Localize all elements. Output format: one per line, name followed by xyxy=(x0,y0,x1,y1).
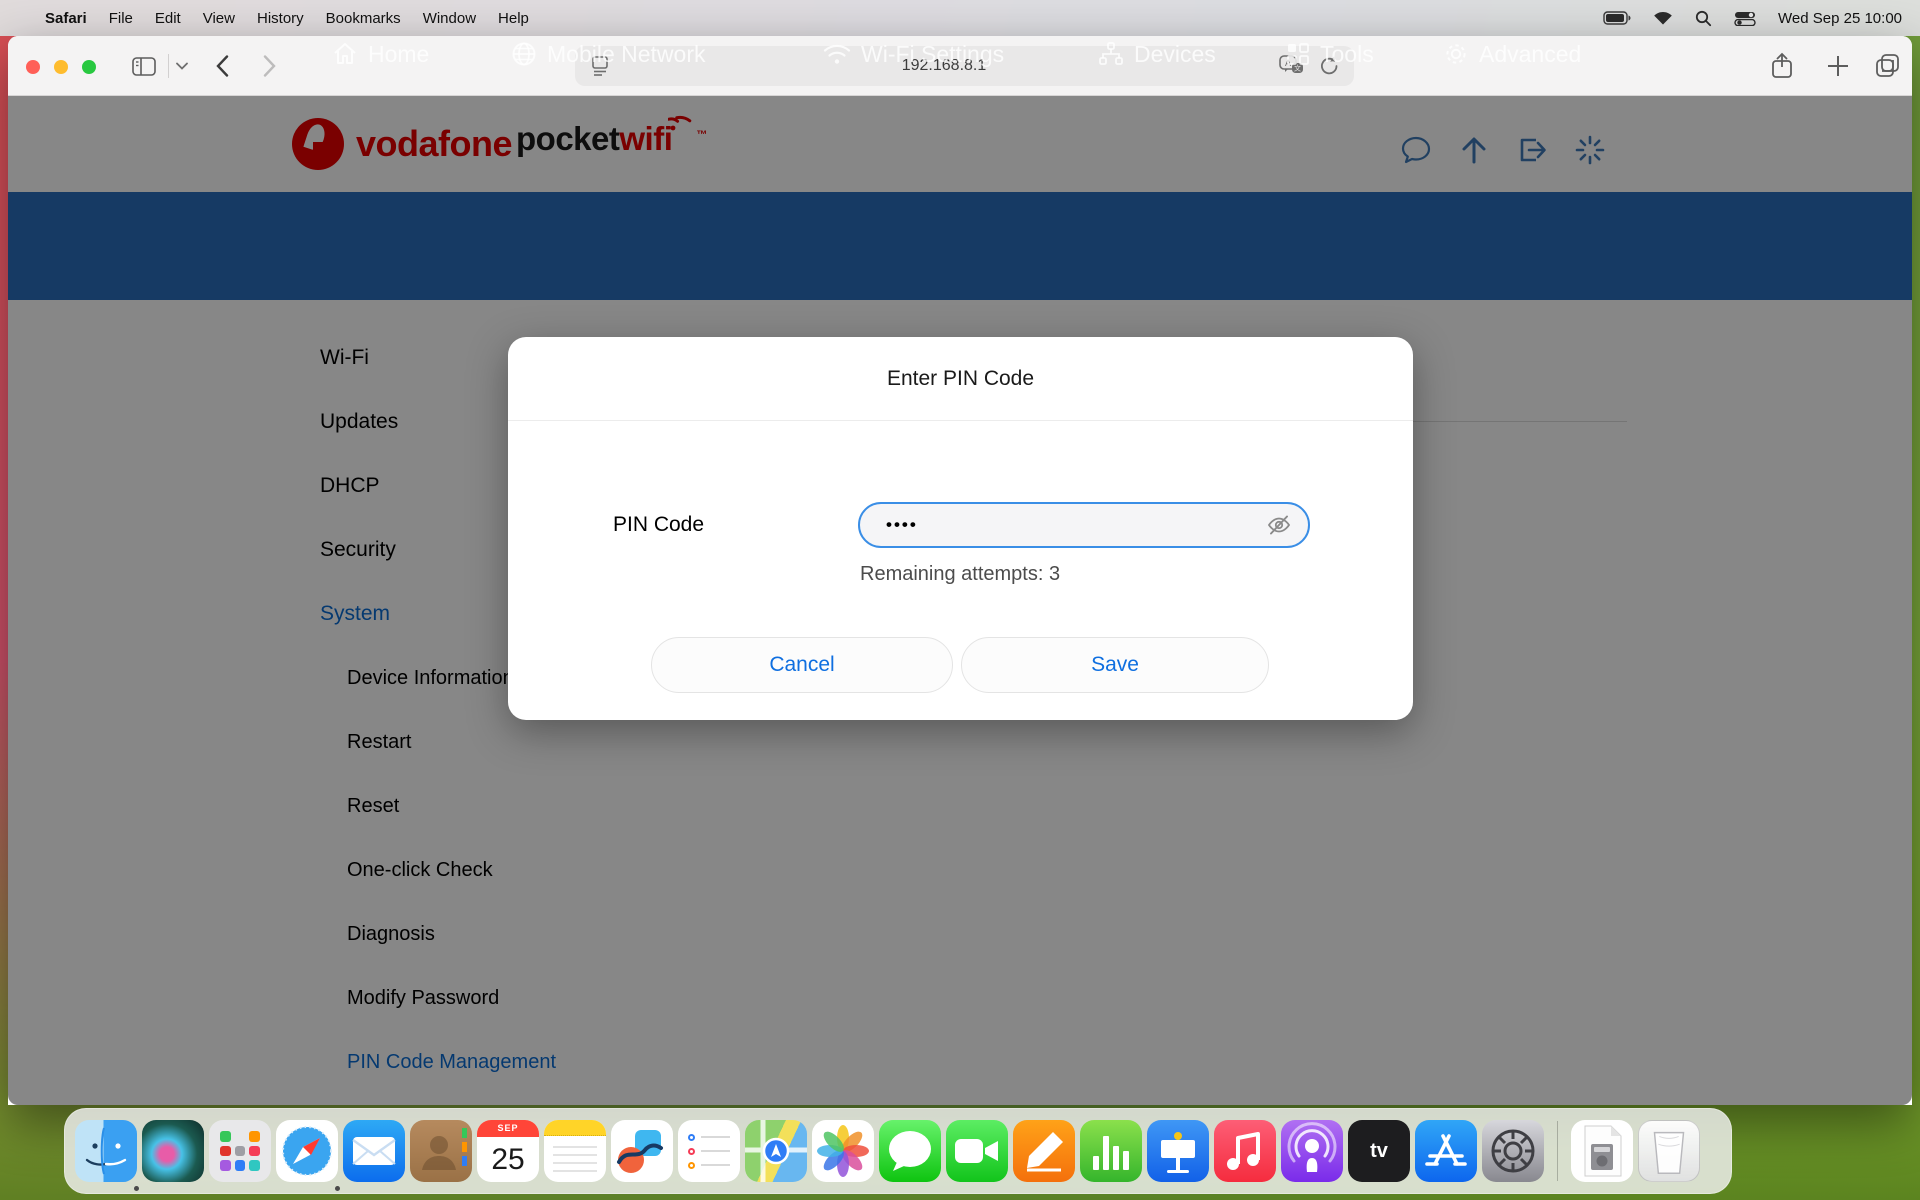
battery-icon[interactable] xyxy=(1603,11,1631,25)
cancel-button[interactable]: Cancel xyxy=(651,637,953,693)
dock-photos-icon[interactable] xyxy=(812,1120,874,1182)
dock-numbers-icon[interactable] xyxy=(1080,1120,1142,1182)
new-tab-icon[interactable] xyxy=(1826,54,1850,78)
dock-settings-icon[interactable] xyxy=(1482,1120,1544,1182)
dock-notes-icon[interactable] xyxy=(544,1120,606,1182)
dock-trash-icon[interactable] xyxy=(1638,1120,1700,1182)
nav-advanced[interactable]: Advanced xyxy=(1443,0,1581,108)
minimize-window-button[interactable] xyxy=(54,60,68,74)
menu-app-name[interactable]: Safari xyxy=(34,10,98,27)
devices-icon xyxy=(1098,41,1124,67)
dialog-divider xyxy=(508,420,1413,421)
dialog-title: Enter PIN Code xyxy=(508,337,1413,420)
search-icon[interactable] xyxy=(1695,10,1712,27)
dock-podcasts-icon[interactable] xyxy=(1281,1120,1343,1182)
dock-finder-icon[interactable] xyxy=(75,1120,137,1182)
control-center-icon[interactable] xyxy=(1734,11,1756,26)
menu-view[interactable]: View xyxy=(192,10,246,27)
finder-running-indicator xyxy=(134,1186,139,1191)
back-button[interactable] xyxy=(216,55,229,77)
nav-home[interactable]: Home xyxy=(332,0,429,108)
menu-edit[interactable]: Edit xyxy=(144,10,192,27)
dock-siri-icon[interactable] xyxy=(142,1120,204,1182)
dock-tv-icon[interactable]: tv xyxy=(1348,1120,1410,1182)
dock-music-icon[interactable] xyxy=(1214,1120,1276,1182)
dock-reminders-icon[interactable] xyxy=(678,1120,740,1182)
tools-icon xyxy=(1286,42,1310,66)
save-button[interactable]: Save xyxy=(961,637,1269,693)
pin-code-input[interactable]: •••• xyxy=(858,502,1310,548)
home-icon xyxy=(332,41,358,67)
menu-history[interactable]: History xyxy=(246,10,315,27)
wifi-icon xyxy=(823,42,851,66)
calendar-day-label: 25 xyxy=(477,1137,539,1182)
nav-wifi-settings[interactable]: Wi-Fi Settings xyxy=(823,0,1004,108)
wifi-icon[interactable] xyxy=(1653,11,1673,26)
calendar-month-label: SEP xyxy=(477,1120,539,1137)
forward-button[interactable] xyxy=(263,55,276,77)
dock-documents-icon[interactable] xyxy=(1571,1120,1633,1182)
nav-mobile-network[interactable]: Mobile Network xyxy=(511,0,706,108)
tab-overview-icon[interactable] xyxy=(1874,52,1901,79)
zoom-window-button[interactable] xyxy=(82,60,96,74)
dock-keynote-icon[interactable] xyxy=(1147,1120,1209,1182)
dock-facetime-icon[interactable] xyxy=(946,1120,1008,1182)
chevron-down-icon[interactable] xyxy=(176,62,188,70)
dock: SEP 25 tv xyxy=(64,1108,1732,1194)
masked-pin-value: •••• xyxy=(886,515,918,535)
gear-icon xyxy=(1443,41,1469,67)
dock-messages-icon[interactable] xyxy=(879,1120,941,1182)
eye-off-icon[interactable] xyxy=(1266,513,1292,537)
menu-file[interactable]: File xyxy=(98,10,144,27)
remaining-attempts-text: Remaining attempts: 3 xyxy=(860,563,1060,586)
dock-contacts-icon[interactable] xyxy=(410,1120,472,1182)
toolbar-divider xyxy=(168,54,169,78)
dock-mail-icon[interactable] xyxy=(343,1120,405,1182)
dock-freeform-icon[interactable] xyxy=(611,1120,673,1182)
globe-icon xyxy=(511,41,537,67)
dock-maps-icon[interactable] xyxy=(745,1120,807,1182)
dock-launchpad-icon[interactable] xyxy=(209,1120,271,1182)
dock-divider xyxy=(1557,1121,1558,1181)
pin-code-label: PIN Code xyxy=(613,502,704,548)
dock-safari-icon[interactable] xyxy=(276,1120,338,1182)
nav-devices[interactable]: Devices xyxy=(1098,0,1216,108)
close-window-button[interactable] xyxy=(26,60,40,74)
safari-running-indicator xyxy=(335,1186,340,1191)
sidebar-toggle-icon[interactable] xyxy=(132,57,156,76)
tv-logo-text: tv xyxy=(1348,1120,1410,1182)
dock-pages-icon[interactable] xyxy=(1013,1120,1075,1182)
share-icon[interactable] xyxy=(1770,52,1794,80)
menu-clock[interactable]: Wed Sep 25 10:00 xyxy=(1778,10,1902,27)
dock-calendar-icon[interactable]: SEP 25 xyxy=(477,1120,539,1182)
dock-appstore-icon[interactable] xyxy=(1415,1120,1477,1182)
nav-tools[interactable]: Tools xyxy=(1286,0,1374,108)
pin-code-dialog: Enter PIN Code PIN Code •••• Remaining a… xyxy=(508,337,1413,720)
